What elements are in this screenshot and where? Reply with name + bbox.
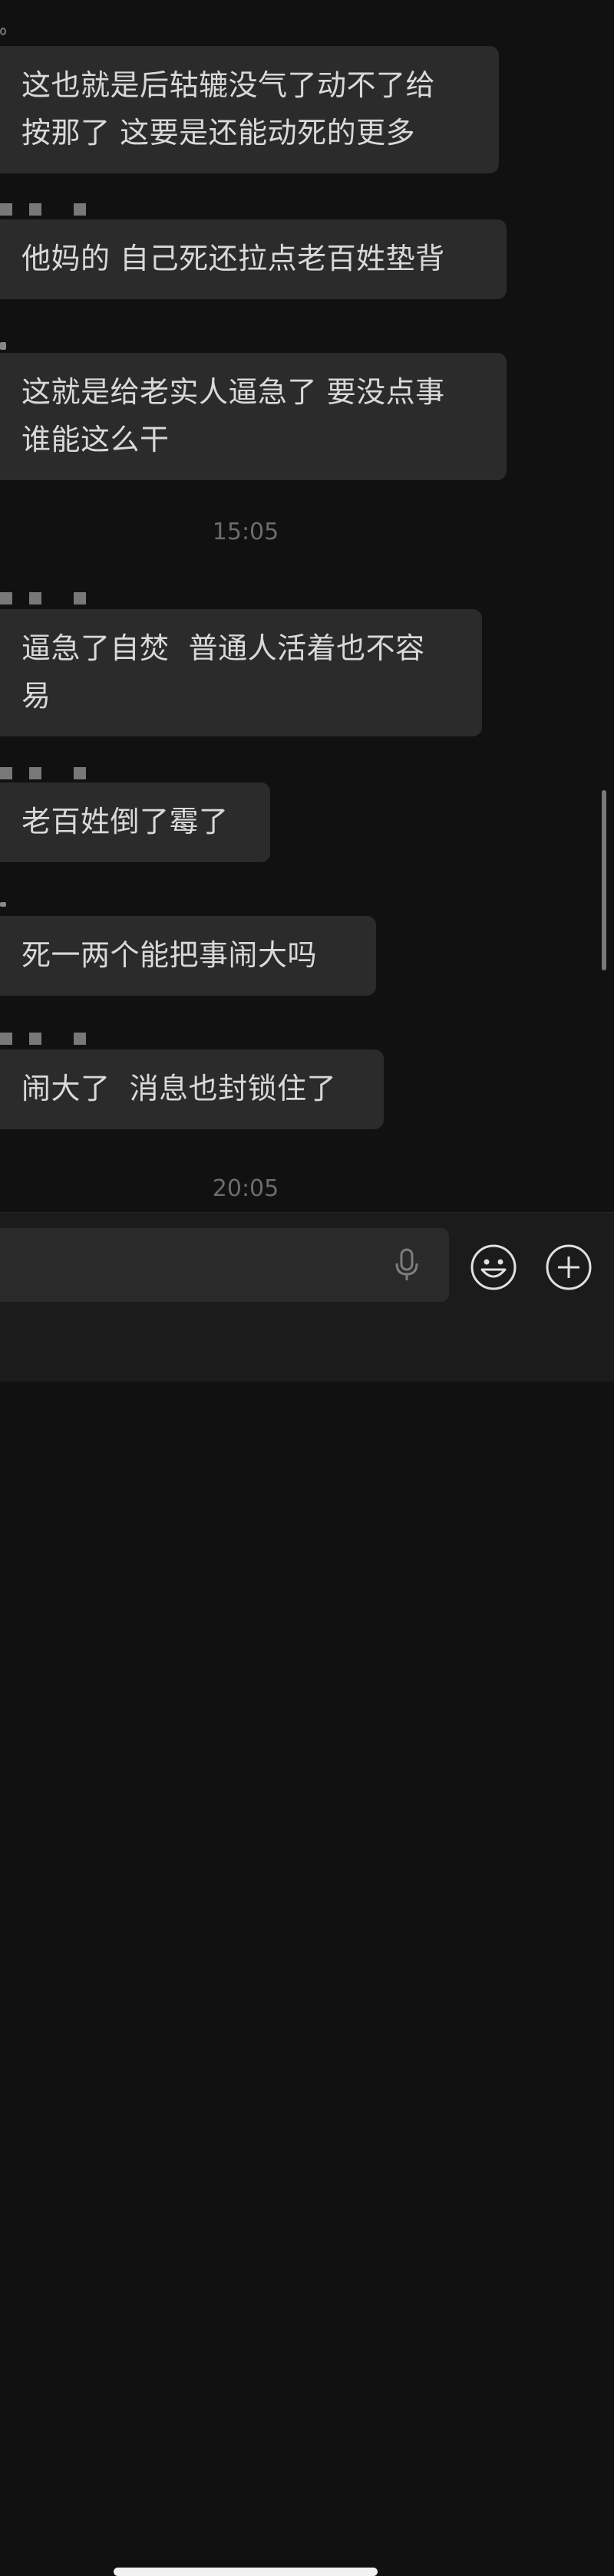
- message-bubble[interactable]: 逼急了自焚 普通人活着也不容 易: [0, 609, 482, 736]
- redacted-block: [74, 1033, 86, 1045]
- sender-indicator: [0, 28, 6, 35]
- message-input[interactable]: [0, 1228, 449, 1302]
- sender-name-redacted: [0, 592, 103, 606]
- message-input-bar: [0, 1212, 614, 2576]
- redacted-block: [29, 1033, 41, 1045]
- timestamp: 20:05: [212, 1175, 279, 1202]
- timestamp: 15:05: [212, 519, 279, 545]
- plus-circle-icon[interactable]: [545, 1244, 593, 1291]
- redacted-block: [29, 767, 41, 779]
- sender-name-redacted: [0, 767, 103, 781]
- redacted-block: [74, 203, 86, 216]
- redacted-block: [0, 1033, 12, 1045]
- redacted-block: [0, 767, 12, 779]
- sender-name-redacted: [0, 203, 103, 217]
- message-bubble[interactable]: 他妈的 自己死还拉点老百姓垫背: [0, 219, 507, 299]
- sender-name-redacted: [0, 902, 6, 907]
- scrollbar[interactable]: [602, 790, 606, 970]
- message-bubble[interactable]: 闹大了 消息也封锁住了: [0, 1049, 384, 1129]
- redacted-block: [0, 592, 12, 604]
- home-indicator[interactable]: [114, 2568, 378, 2576]
- message-bubble[interactable]: 这就是给老实人逼急了 要没点事 谁能这么干: [0, 353, 507, 480]
- smiley-face-icon[interactable]: [470, 1244, 517, 1291]
- redacted-block: [74, 592, 86, 604]
- chat-message-list[interactable]: 这也就是后轱辘没气了动不了给 按那了 这要是还能动死的更多 他妈的 自己死还拉点…: [0, 0, 614, 1212]
- redacted-block: [29, 203, 41, 216]
- message-bubble[interactable]: 老百姓倒了霉了: [0, 782, 270, 862]
- redacted-block: [74, 767, 86, 779]
- sender-name-redacted: [0, 342, 6, 350]
- sender-name-redacted: [0, 1033, 103, 1046]
- redacted-block: [29, 592, 41, 604]
- redacted-block: [0, 203, 12, 216]
- microphone-icon[interactable]: [391, 1247, 422, 1283]
- message-bubble[interactable]: 这也就是后轱辘没气了动不了给 按那了 这要是还能动死的更多: [0, 46, 499, 173]
- message-bubble[interactable]: 死一两个能把事闹大吗: [0, 916, 376, 996]
